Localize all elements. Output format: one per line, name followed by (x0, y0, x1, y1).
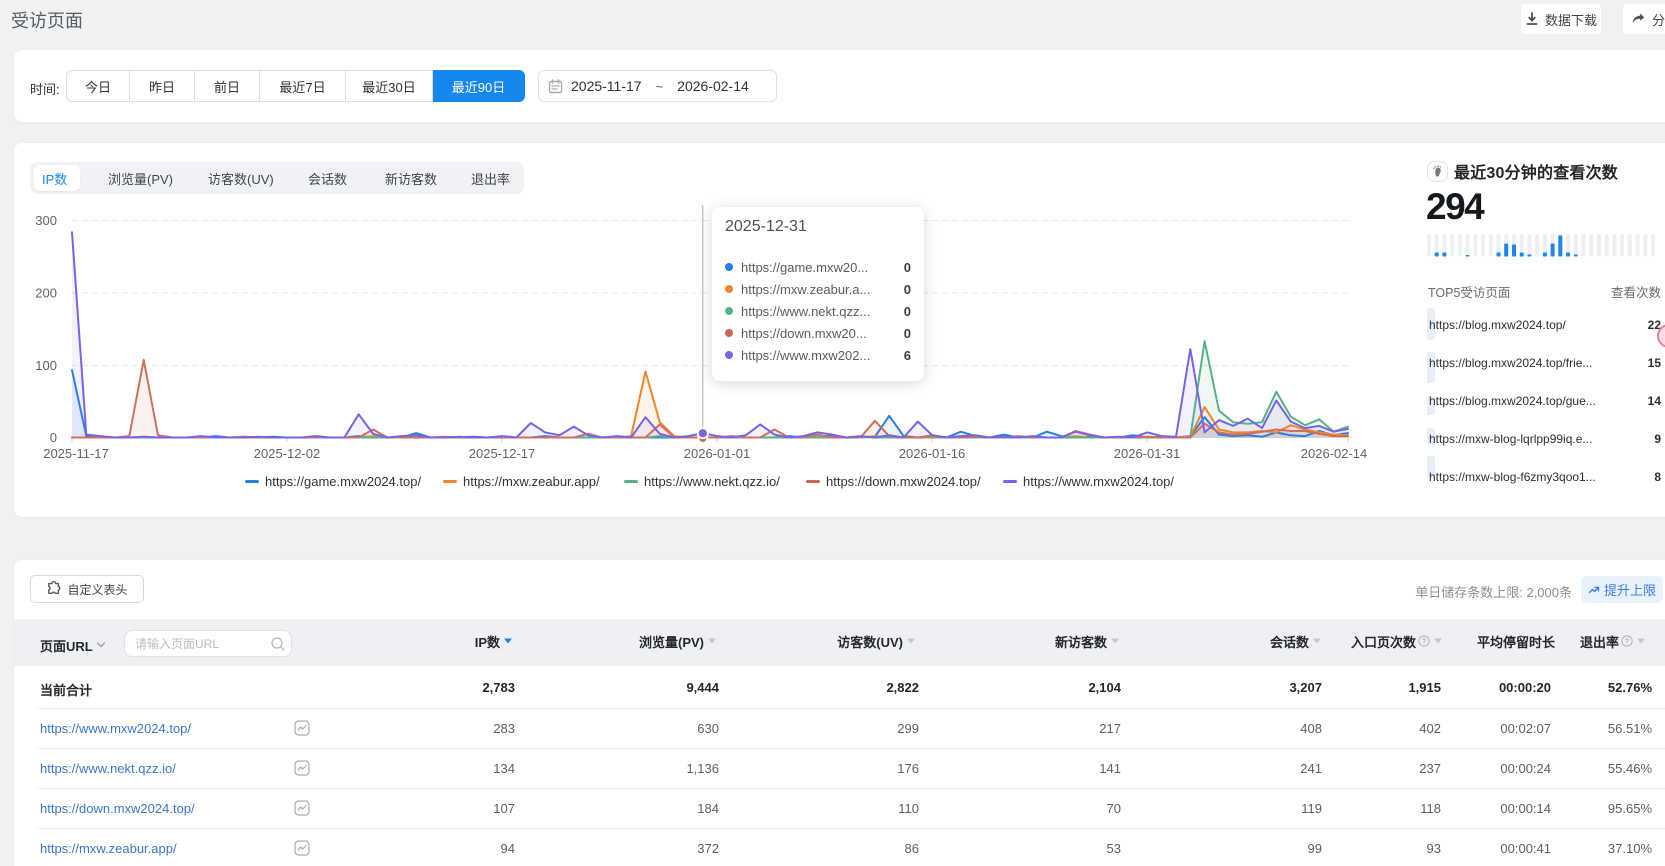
svg-text:?: ? (1625, 637, 1630, 646)
